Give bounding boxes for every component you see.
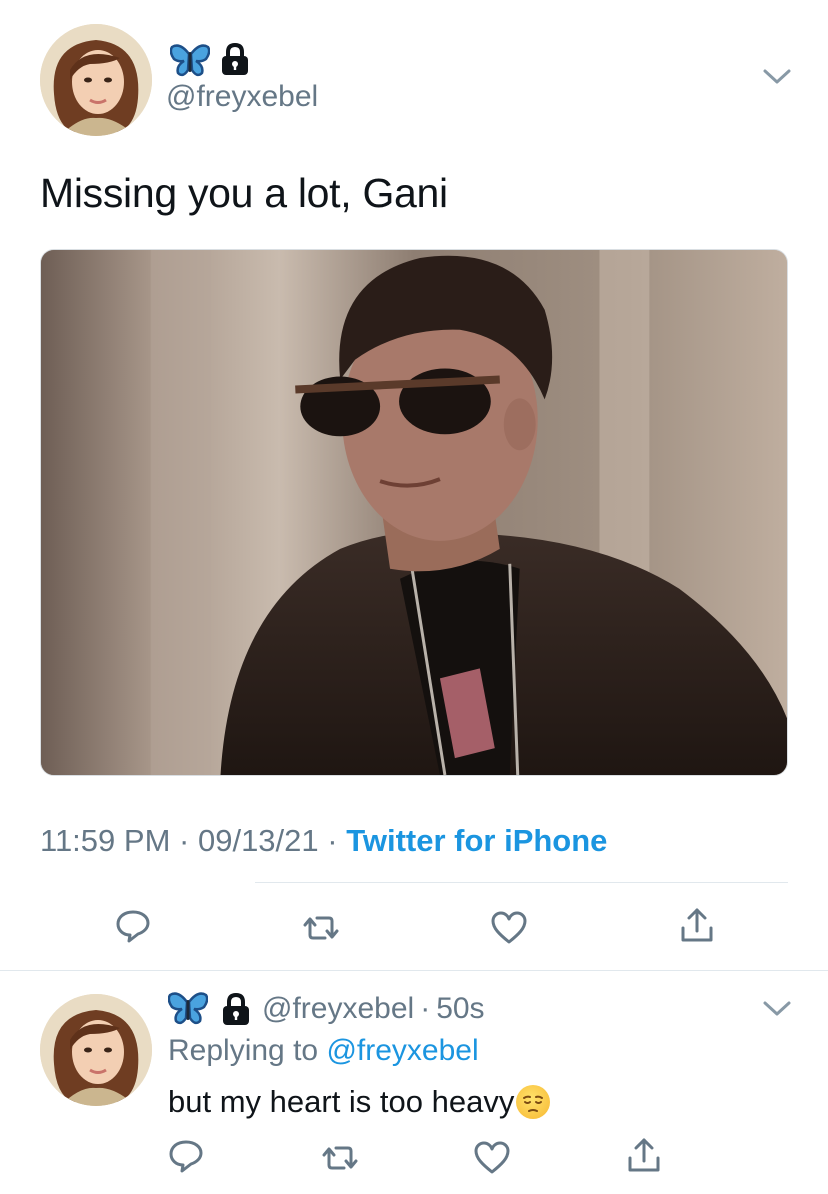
- replying-to-prefix: Replying to: [168, 1034, 319, 1067]
- author-avatar[interactable]: [40, 24, 152, 136]
- reply-author-avatar[interactable]: [40, 994, 152, 1106]
- reply-text-row: but my heart is too heavy: [168, 1084, 551, 1120]
- share-icon: [628, 1138, 660, 1172]
- reply-bubble-icon: [169, 1140, 203, 1173]
- share-button[interactable]: [675, 904, 719, 948]
- tweet-meta: 11:59 PM · 09/13/21 · Twitter for iPhone: [40, 823, 607, 859]
- tweet-text: Missing you a lot, Gani: [40, 170, 448, 216]
- share-icon: [681, 908, 713, 942]
- reply-age: 50s: [436, 992, 485, 1025]
- retweet-button[interactable]: [299, 906, 343, 950]
- author-handle[interactable]: @freyxebel: [166, 80, 318, 114]
- like-button[interactable]: [487, 906, 531, 950]
- divider: [255, 882, 788, 883]
- reply-retweet-button[interactable]: [318, 1136, 362, 1180]
- tweet-photo[interactable]: [40, 249, 788, 776]
- reply-header: @freyxebel · 50s: [167, 992, 485, 1026]
- meta-separator: ·: [179, 823, 190, 858]
- chevron-down-icon[interactable]: [762, 66, 792, 88]
- retweet-icon: [322, 1146, 358, 1170]
- reply-share-button[interactable]: [622, 1134, 666, 1178]
- lock-icon: [219, 42, 251, 76]
- heart-icon: [474, 1141, 510, 1174]
- reply-handle[interactable]: @freyxebel: [262, 992, 414, 1026]
- reply-button[interactable]: [111, 904, 155, 948]
- pensive-face-emoji: [516, 1085, 551, 1119]
- meta-separator: ·: [420, 992, 431, 1025]
- replying-to-line: Replying to @freyxebel: [168, 1034, 479, 1068]
- lock-icon: [220, 992, 252, 1026]
- heart-icon: [491, 911, 527, 944]
- reply-bubble-icon: [116, 910, 150, 943]
- divider: [0, 970, 828, 971]
- meta-separator: ·: [327, 823, 338, 858]
- retweet-icon: [303, 916, 339, 940]
- reply-like-button[interactable]: [470, 1136, 514, 1180]
- chevron-down-icon[interactable]: [762, 998, 792, 1020]
- tweet-date: 09/13/21: [197, 823, 319, 858]
- replying-to-link[interactable]: @freyxebel: [326, 1034, 478, 1067]
- butterfly-icon: [167, 992, 209, 1026]
- butterfly-icon: [169, 44, 211, 78]
- reply-reply-button[interactable]: [164, 1134, 208, 1178]
- tweet-time: 11:59 PM: [40, 823, 171, 858]
- tweet-source-link[interactable]: Twitter for iPhone: [346, 823, 607, 858]
- reply-text: but my heart is too heavy: [168, 1084, 515, 1119]
